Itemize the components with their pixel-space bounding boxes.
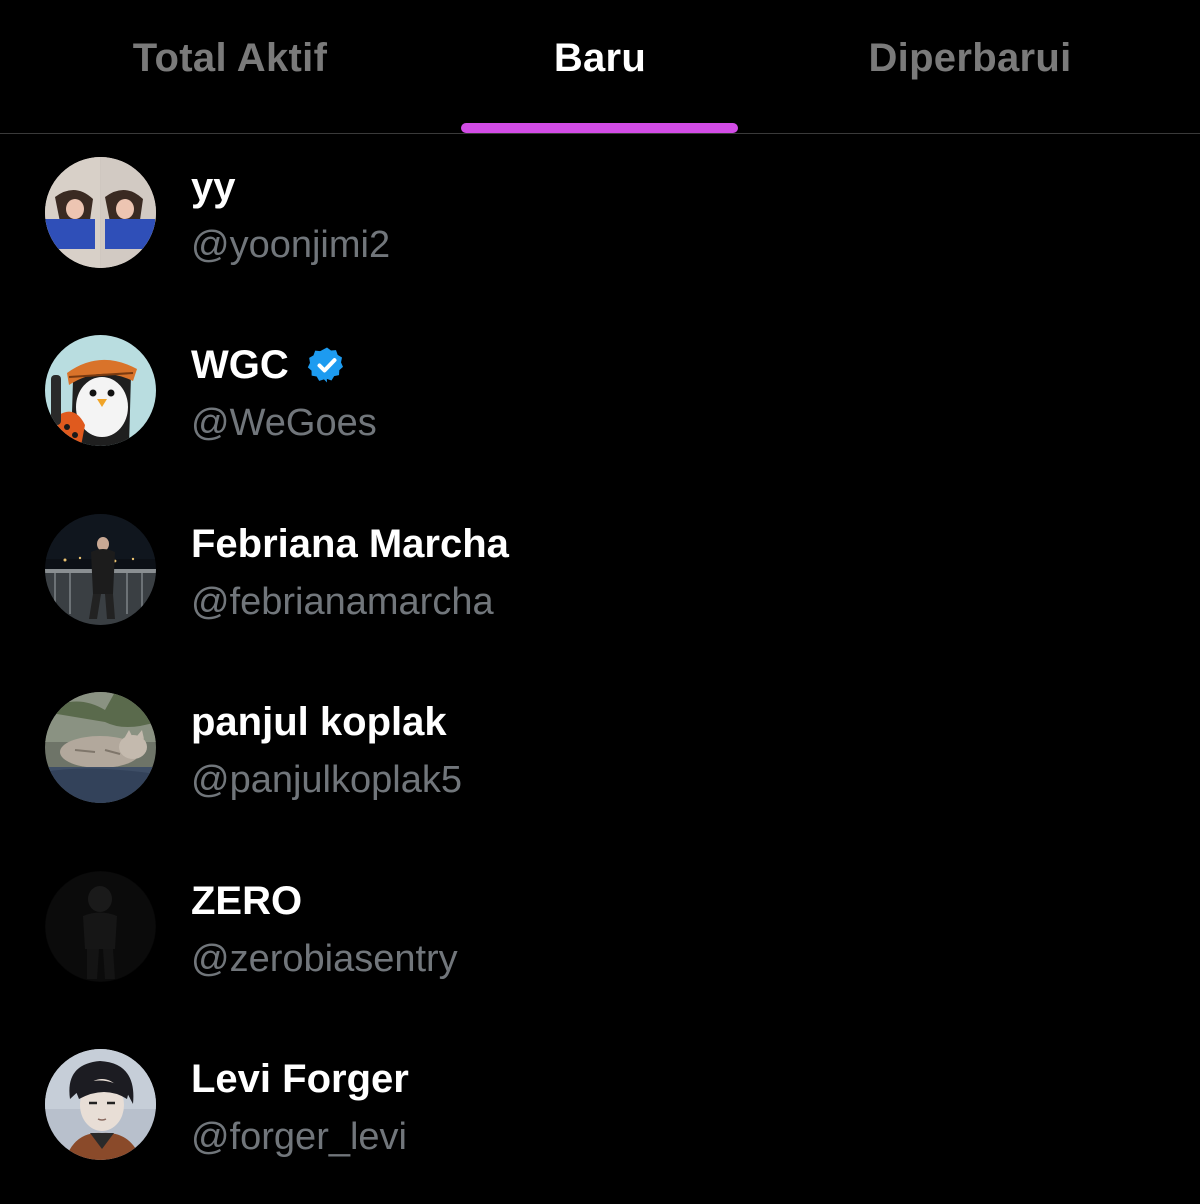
- user-handle: @WeGoes: [191, 402, 377, 444]
- tab-bar: Total Aktif Baru Diperbarui: [0, 0, 1200, 134]
- name-line: Febriana Marcha: [191, 519, 509, 569]
- user-row-panjul-koplak[interactable]: panjul koplak @panjulkoplak5: [0, 669, 1200, 847]
- tab-baru[interactable]: Baru: [430, 0, 770, 133]
- avatar[interactable]: [45, 157, 156, 268]
- display-name: WGC: [191, 342, 289, 387]
- tab-total-aktif[interactable]: Total Aktif: [40, 0, 420, 133]
- user-handle: @forger_levi: [191, 1116, 407, 1158]
- avatar-photo-icon: [45, 157, 156, 268]
- name-line: WGC: [191, 340, 347, 390]
- user-row-wgc[interactable]: WGC @WeGoes: [0, 312, 1200, 490]
- display-name: panjul koplak: [191, 699, 447, 744]
- name-line: panjul koplak: [191, 697, 447, 747]
- verified-badge-icon: [307, 347, 343, 383]
- anime-avatar-icon: [45, 1049, 156, 1160]
- avatar[interactable]: [45, 514, 156, 625]
- name-line: yy: [191, 162, 236, 212]
- night-photo-avatar-icon: [45, 514, 156, 625]
- user-handle: @yoonjimi2: [191, 224, 391, 266]
- tab-label: Baru: [553, 36, 647, 80]
- penguin-avatar-icon: [45, 335, 156, 446]
- display-name: ZERO: [191, 878, 303, 923]
- tab-diperbarui[interactable]: Diperbarui: [780, 0, 1160, 133]
- avatar[interactable]: [45, 335, 156, 446]
- display-name: Febriana Marcha: [191, 521, 509, 566]
- silhouette-avatar-icon: [45, 871, 156, 982]
- user-row-levi-forger[interactable]: Levi Forger @forger_levi: [0, 1026, 1200, 1204]
- cat-photo-avatar-icon: [45, 692, 156, 803]
- display-name: Levi Forger: [191, 1056, 409, 1101]
- user-handle: @panjulkoplak5: [191, 759, 462, 801]
- display-name: yy: [191, 164, 236, 209]
- tab-label: Total Aktif: [132, 36, 328, 80]
- name-line: ZERO: [191, 876, 302, 926]
- name-line: Levi Forger: [191, 1054, 409, 1104]
- avatar[interactable]: [45, 871, 156, 982]
- user-handle: @zerobiasentry: [191, 938, 458, 980]
- user-row-febriana-marcha[interactable]: Febriana Marcha @febrianamarcha: [0, 491, 1200, 669]
- avatar[interactable]: [45, 1049, 156, 1160]
- user-row-yy[interactable]: yy @yoonjimi2: [0, 134, 1200, 312]
- active-tab-indicator: [461, 123, 738, 133]
- avatar[interactable]: [45, 692, 156, 803]
- user-handle: @febrianamarcha: [191, 581, 494, 623]
- tab-label: Diperbarui: [868, 36, 1072, 80]
- user-row-zero[interactable]: ZERO @zerobiasentry: [0, 848, 1200, 1026]
